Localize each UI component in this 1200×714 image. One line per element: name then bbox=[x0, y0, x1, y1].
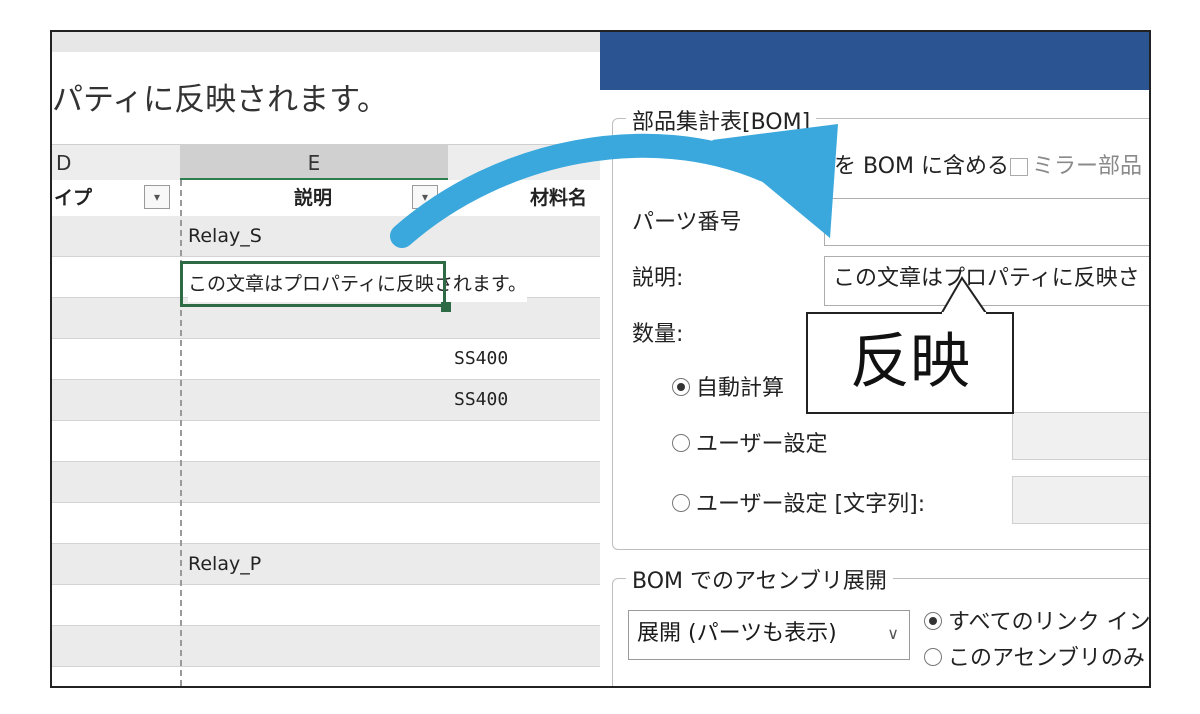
callout-joint bbox=[942, 312, 986, 318]
callout-pointer-mask bbox=[942, 312, 986, 318]
